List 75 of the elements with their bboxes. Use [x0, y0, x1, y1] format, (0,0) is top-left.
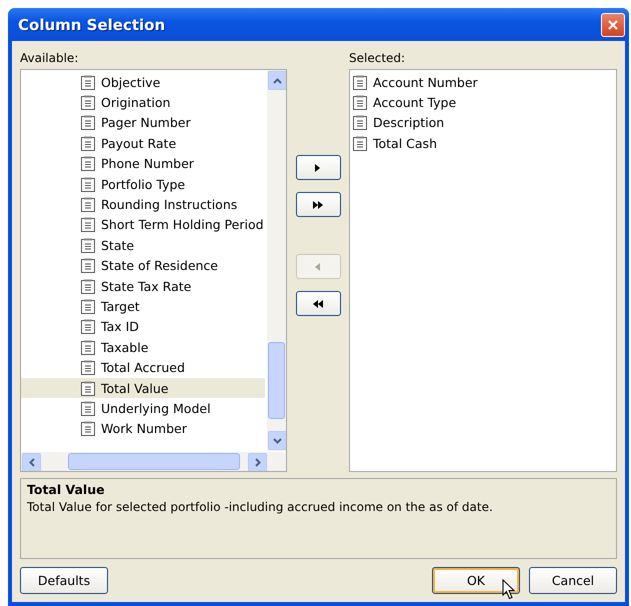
field-icon [353, 74, 367, 90]
close-button[interactable] [601, 12, 625, 36]
scroll-up-button[interactable] [268, 71, 286, 90]
list-item[interactable]: Underlying Model [21, 398, 265, 419]
scroll-left-button[interactable] [22, 453, 41, 471]
list-item[interactable]: State [21, 235, 265, 256]
list-item[interactable]: Work Number [21, 418, 265, 440]
field-icon [81, 115, 95, 130]
left-arrow-icon [313, 262, 323, 272]
list-item[interactable]: Tax ID [21, 316, 265, 338]
double-right-arrow-icon [313, 200, 323, 210]
move-button[interactable] [296, 291, 340, 316]
list-item[interactable]: Account Type [350, 92, 594, 113]
right-chevron-icon [254, 458, 260, 467]
move-button[interactable] [296, 192, 340, 217]
field-icon [353, 95, 367, 110]
list-item[interactable]: Total Value [21, 378, 265, 398]
list-item[interactable]: Rounding Instructions [21, 194, 265, 215]
field-icon [81, 380, 95, 396]
mouse-cursor-icon [502, 579, 515, 600]
list-item[interactable]: Target [21, 296, 265, 317]
window-title: Column Selection [18, 16, 166, 34]
field-icon [353, 136, 367, 151]
description-text: Total Value for selected portfolio -including accrued income on the as of date. [27, 500, 494, 514]
field-icon [81, 319, 95, 334]
list-item[interactable]: Payout Rate [21, 133, 265, 154]
down-chevron-icon [273, 438, 282, 444]
list-item[interactable]: Pager Number [21, 112, 265, 134]
list-item[interactable]: State Tax Rate [21, 276, 265, 296]
list-item[interactable]: State of Residence [21, 256, 265, 276]
list-item[interactable]: Objective [21, 72, 265, 92]
field-icon [81, 238, 95, 253]
description-title: Total Value [27, 482, 106, 497]
available-label: Available: [20, 50, 80, 67]
field-icon [81, 74, 95, 90]
double-left-arrow-icon [313, 298, 323, 308]
close-icon [607, 18, 619, 30]
list-item[interactable]: Portfolio Type [21, 174, 265, 194]
scroll-down-button[interactable] [268, 431, 286, 450]
selected-list[interactable]: Account Number Account Type Description Total Cash [349, 69, 617, 472]
field-icon [81, 278, 95, 294]
field-icon [81, 176, 95, 192]
up-chevron-icon [273, 78, 282, 84]
field-icon [81, 421, 95, 436]
defaults-button[interactable]: Defaults [20, 567, 108, 594]
scroll-right-button[interactable] [248, 453, 267, 471]
available-list[interactable] [20, 69, 287, 472]
dialog-button[interactable]: OK [432, 567, 520, 594]
list-item[interactable]: Origination [21, 92, 265, 113]
field-icon [81, 217, 95, 232]
field-icon [81, 360, 95, 376]
list-item[interactable]: Phone Number [21, 154, 265, 174]
scroll-thumb[interactable] [268, 342, 285, 419]
list-item[interactable]: Account Number [350, 72, 594, 92]
list-item[interactable]: Taxable [21, 337, 265, 358]
field-icon [81, 95, 95, 110]
scroll-thumb[interactable] [68, 453, 240, 470]
list-item[interactable]: Short Term Holding Period [21, 214, 265, 236]
list-item[interactable]: Description [350, 112, 594, 134]
field-icon [81, 136, 95, 151]
field-icon [353, 115, 367, 130]
move-button[interactable] [296, 155, 340, 180]
list-item[interactable]: Total Cash [350, 133, 594, 154]
horizontal-scrollbar[interactable] [21, 452, 286, 471]
vertical-scrollbar[interactable] [267, 70, 286, 451]
field-icon [81, 400, 95, 416]
dialog-button[interactable]: Cancel [529, 567, 617, 594]
field-icon [81, 197, 95, 212]
field-icon [81, 298, 95, 314]
left-chevron-icon [28, 458, 34, 467]
list-item[interactable]: Total Accrued [21, 357, 265, 378]
field-icon [81, 340, 95, 355]
field-icon [81, 156, 95, 172]
selected-label: Selected: [349, 50, 406, 67]
field-icon [81, 258, 95, 274]
